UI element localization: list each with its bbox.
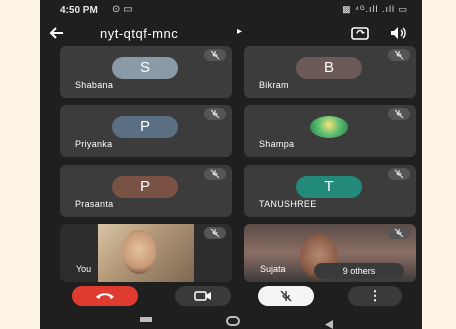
participant-name: Shampa [259,139,295,149]
caret-right-icon[interactable]: ▸ [237,26,242,37]
recents-button[interactable] [140,317,152,322]
mic-off-icon [204,49,226,61]
mic-off-icon [388,49,410,61]
mic-off-icon [204,227,226,239]
participant-video-tile[interactable]: Sujata 9 others [244,224,416,282]
avatar: P [112,116,178,138]
self-face [122,230,156,274]
self-video [98,224,194,282]
mic-off-icon [388,168,410,180]
avatar: B [296,57,362,79]
avatar: S [112,57,178,79]
participant-tile[interactable]: Shampa [244,105,416,157]
mic-off-icon [280,290,292,302]
participant-name: TANUSHREE [259,199,317,209]
mic-toggle-button[interactable] [258,286,314,306]
end-call-button[interactable] [72,286,138,306]
participant-tile[interactable]: T TANUSHREE [244,165,416,217]
mic-off-icon [388,108,410,120]
participant-name: Prasanta [75,199,114,209]
participant-tile[interactable]: P Priyanka [60,105,232,157]
meet-screen: 4:50 PM ⊙ ▭ ▩ ⁴ᴳ.ıll .ıll ▭ nyt-qtqf-mnc… [40,0,422,329]
back-arrow-icon[interactable] [46,22,68,44]
status-bar: 4:50 PM ⊙ ▭ ▩ ⁴ᴳ.ıll .ıll ▭ [40,0,422,20]
self-label: You [76,264,92,274]
call-controls: ⋮ [40,286,422,308]
notification-icons: ⊙ ▭ [112,4,133,15]
others-chip[interactable]: 9 others [314,263,404,279]
phone-hangup-icon [96,293,114,299]
signal-battery-icons: ▩ ⁴ᴳ.ıll .ıll ▭ [342,4,408,14]
status-time: 4:50 PM [60,5,98,16]
more-options-button[interactable]: ⋮ [348,286,402,306]
back-nav-button[interactable] [324,316,334,329]
participant-tile[interactable]: P Prasanta [60,165,232,217]
speaker-icon[interactable] [388,24,408,42]
switch-camera-icon[interactable] [350,24,370,42]
system-nav-bar [40,313,422,329]
camera-toggle-button[interactable] [175,286,231,306]
participant-name: Shabana [75,80,114,90]
meeting-code[interactable]: nyt-qtqf-mnc [100,26,178,41]
avatar: T [296,176,362,198]
participant-tile[interactable]: S Shabana [60,46,232,98]
top-bar: nyt-qtqf-mnc ▸ [40,22,422,46]
self-video-tile[interactable]: You [60,224,232,282]
participant-name: Bikram [259,80,289,90]
home-button[interactable] [226,316,240,326]
mic-off-icon [204,108,226,120]
participant-name: Sujata [260,264,286,274]
participant-tile[interactable]: B Bikram [244,46,416,98]
mic-off-icon [204,168,226,180]
avatar-photo [310,116,348,138]
mic-off-icon [388,227,410,239]
participant-name: Priyanka [75,139,113,149]
avatar: P [112,176,178,198]
video-camera-icon [194,291,211,301]
